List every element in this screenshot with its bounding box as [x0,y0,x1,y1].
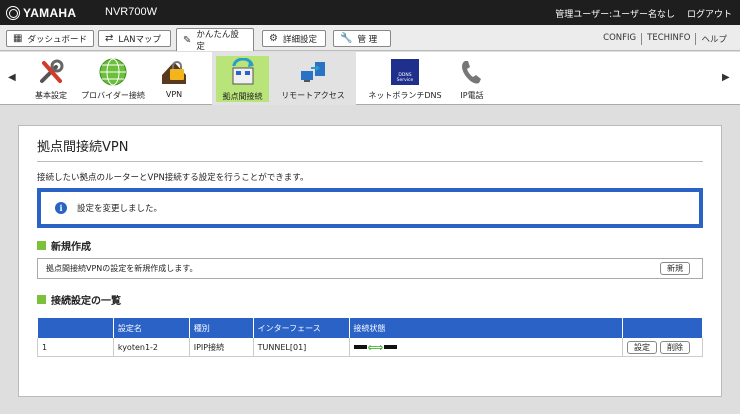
col-interface: インターフェース [253,318,350,338]
section-marker-icon [37,295,46,304]
tool-label: IP電話 [460,91,484,100]
connection-status-indicator: ⟺ [353,338,622,356]
notice-text: 設定を変更しました。 [77,204,163,214]
vpn-lock-icon [159,57,189,87]
tab-label: かんたん設定 [196,30,239,52]
create-section-heading: 新規作成 [37,238,91,253]
new-button[interactable]: 新規 [660,262,690,275]
info-icon: i [55,202,67,214]
wizard-icon: ✎ [183,34,192,46]
tab-label: ダッシュボード [27,34,87,45]
row-number: 1 [37,338,114,357]
techinfo-link[interactable]: TECHINFO [641,33,695,45]
notice-box: i 設定を変更しました。 [37,188,703,228]
tab-lan-map[interactable]: ⇄ LANマップ [98,30,171,47]
tool-label: VPN [165,90,183,99]
utility-links: CONFIG TECHINFO ヘルプ [598,33,732,45]
tool-label: 拠点間接続 [222,92,263,101]
wrench-icon: 🔧 [340,33,353,44]
user-info: 管理ユーザー:ユーザー名なし ログアウト [555,7,732,20]
tool-site-to-site[interactable]: 拠点間接続 [216,56,269,102]
tab-label: LANマップ [118,34,161,45]
ddns-icon: DDNS Service [390,57,420,87]
yamaha-logo: YAMAHA [6,5,76,20]
table-header-row: 設定名 種別 インターフェース 接続状態 [37,318,703,338]
table-row: 1 kyoten1-2 IPIP接続 TUNNEL[01] ⟺ 設定 削除 [37,338,703,357]
site-to-site-icon [228,58,258,88]
tool-label: プロバイダー接続 [81,91,145,100]
content-panel: 拠点間接続VPN 接続したい拠点のルーターとVPN接続する設定を行うことができま… [18,125,722,397]
main-tabs: ▦ ダッシュボード ⇄ LANマップ ✎ かんたん設定 ⚙ 詳細設定 🔧 管 理… [0,25,740,52]
remote-access-icon [298,57,328,87]
tool-label: 基本設定 [35,91,67,100]
phone-icon [457,57,487,87]
section-heading-text: 接続設定の一覧 [51,296,121,307]
delete-button[interactable]: 削除 [660,340,691,354]
config-link[interactable]: CONFIG [598,33,641,45]
tools-icon [36,57,66,87]
col-actions [622,318,703,338]
tab-label: 管 理 [357,34,378,45]
bidirectional-arrow-icon: ⟺ [367,340,384,354]
tool-vpn[interactable]: VPN [154,52,194,105]
title-divider [37,161,703,162]
create-row: 拠点間接続VPNの設定を新規作成します。 新規 [37,258,703,279]
yamaha-logo-icon [6,5,20,20]
list-section-heading: 接続設定の一覧 [37,292,121,307]
page-description: 接続したい拠点のルーターとVPN接続する設定を行うことができます。 [37,173,309,183]
tool-ip-phone[interactable]: IP電話 [450,52,494,105]
col-type: 種別 [189,318,254,338]
tool-provider[interactable]: プロバイダー接続 [78,52,148,105]
setup-toolbar: ◀ 基本設定 プロバイダー接続 VPN 拠点間接続 リモートアクセス DDNS … [0,52,740,105]
tool-label: リモートアクセス [281,91,345,100]
endpoint-bar-icon [384,345,398,349]
endpoint-bar-icon [353,345,367,349]
row-status: ⟺ [349,338,624,357]
brand-name: YAMAHA [23,5,77,20]
row-interface: TUNNEL[01] [253,338,350,357]
scroll-right-icon[interactable]: ▶ [722,72,730,83]
gear-icon: ⚙ [269,33,278,44]
ddns-badge: DDNS Service [391,59,419,85]
col-status: 接続状態 [349,318,624,338]
page-title: 拠点間接続VPN [37,140,129,155]
tab-dashboard[interactable]: ▦ ダッシュボード [6,30,94,47]
tool-ddns[interactable]: DDNS Service ネットボランチDNS [366,52,444,105]
globe-icon [98,57,128,87]
tool-label: ネットボランチDNS [368,91,442,100]
tool-remote-access[interactable]: リモートアクセス [277,52,349,105]
create-description: 拠点間接続VPNの設定を新規作成します。 [46,264,198,273]
edit-button[interactable]: 設定 [627,340,658,354]
row-actions: 設定 削除 [622,338,703,357]
connection-table: 設定名 種別 インターフェース 接続状態 1 kyoten1-2 IPIP接続 … [37,318,703,357]
col-name: 設定名 [113,318,190,338]
logout-link[interactable]: ログアウト [687,7,732,20]
row-name: kyoten1-2 [113,338,190,357]
tab-advanced[interactable]: ⚙ 詳細設定 [262,30,326,47]
col-number [37,318,114,338]
dashboard-icon: ▦ [13,33,23,44]
user-label: 管理ユーザー:ユーザー名なし [555,10,675,20]
tab-label: 詳細設定 [282,34,317,45]
top-header: YAMAHA NVR700W 管理ユーザー:ユーザー名なし ログアウト [0,0,740,25]
tool-basic-settings[interactable]: 基本設定 [28,52,74,105]
lan-map-icon: ⇄ [105,33,114,44]
row-type: IPIP接続 [189,338,254,357]
tab-easy-setup[interactable]: ✎ かんたん設定 [176,28,254,52]
help-link[interactable]: ヘルプ [695,33,732,45]
tab-management[interactable]: 🔧 管 理 [333,30,391,47]
row-action-buttons: 設定 削除 [627,340,702,354]
section-heading-text: 新規作成 [51,242,91,253]
device-model: NVR700W [105,6,157,18]
scroll-left-icon[interactable]: ◀ [8,72,16,83]
section-marker-icon [37,241,46,250]
